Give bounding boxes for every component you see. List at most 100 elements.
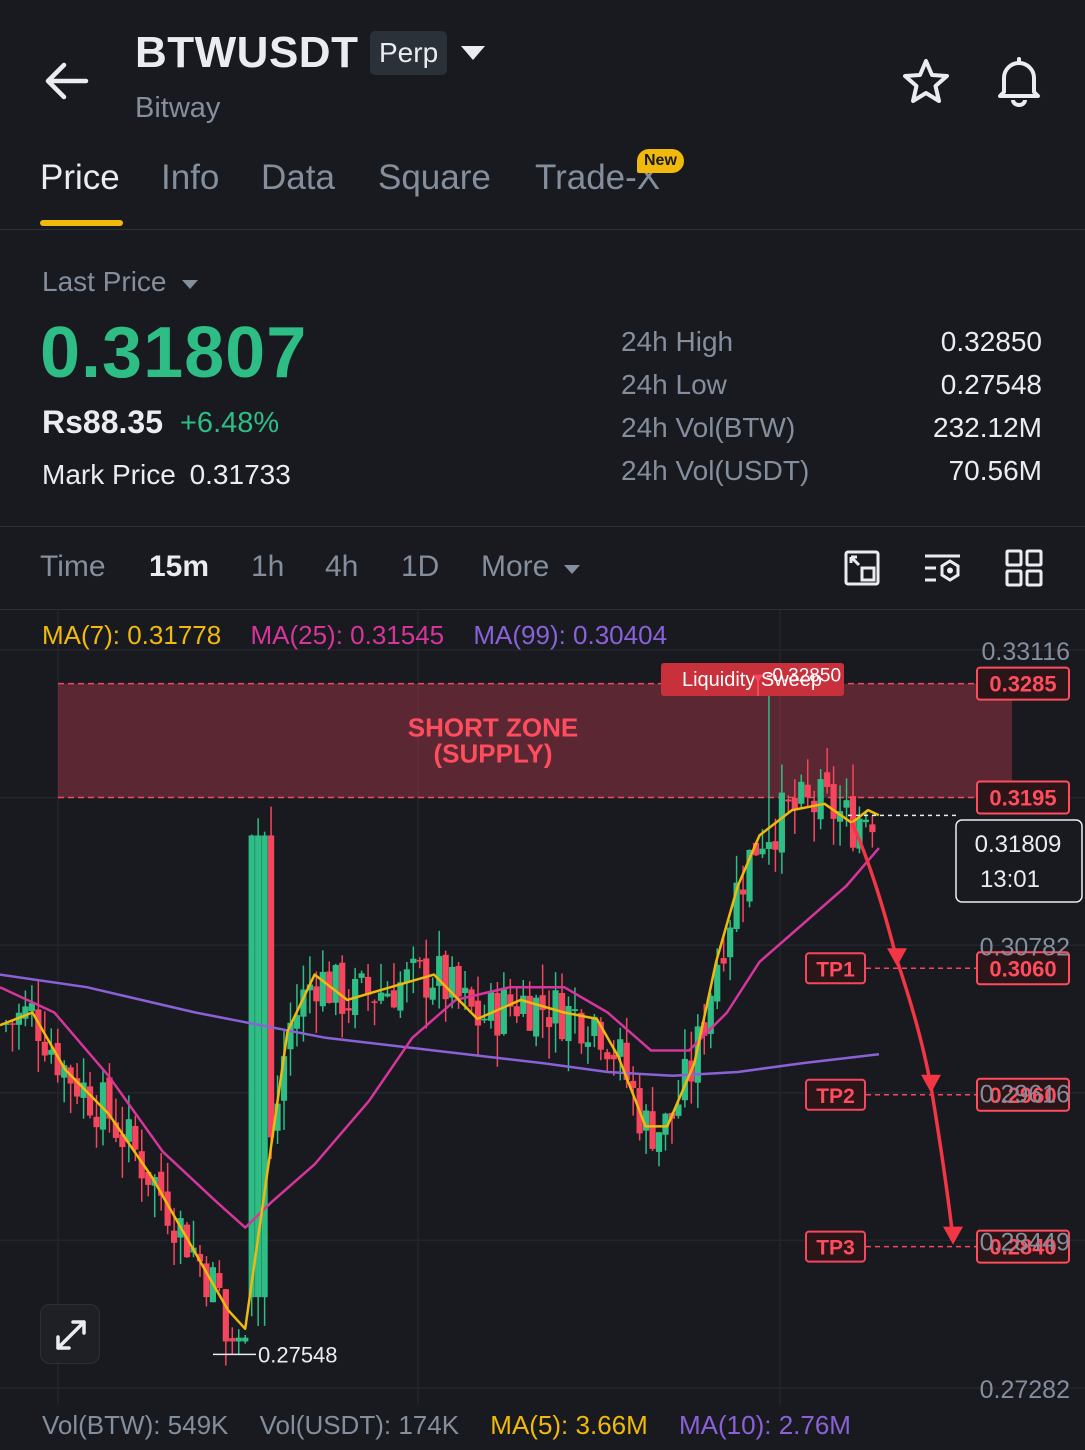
- candle-body: [513, 1006, 520, 1017]
- candlestick-chart[interactable]: SHORT ZONE(SUPPLY) 0.27548Liquidity Swee…: [0, 610, 1085, 1405]
- candle-body: [461, 987, 469, 994]
- candle-body: [571, 1009, 579, 1012]
- indicator-icon[interactable]: [922, 548, 962, 588]
- candle-body: [739, 889, 747, 895]
- stat-label-vol-btw: 24h Vol(BTW): [621, 412, 796, 443]
- stat-label-vol-usdt: 24h Vol(USDT): [621, 455, 810, 486]
- volume-legend: Vol(BTW): 549K Vol(USDT): 174K MA(5): 3.…: [42, 1410, 875, 1441]
- candle-body: [727, 927, 734, 958]
- candle-body: [397, 982, 404, 1011]
- stat-value-high: 0.32850: [940, 326, 1042, 357]
- candle-body: [824, 772, 831, 787]
- perp-badge: Perp: [370, 31, 448, 75]
- mark-price: Mark Price 0.31733: [42, 459, 291, 491]
- projection-arrowhead: [943, 1226, 963, 1245]
- candle-body: [785, 799, 792, 802]
- short-zone: SHORT ZONE(SUPPLY): [58, 682, 1012, 799]
- candle-body: [429, 987, 436, 1000]
- vol-ma10: MA(10): 2.76M: [679, 1410, 851, 1440]
- candle-body: [759, 848, 766, 855]
- last-price-selector[interactable]: Last Price: [42, 266, 200, 298]
- price-axis-label: 0.27282: [980, 1376, 1070, 1404]
- mark-price-value: 0.31733: [189, 459, 291, 490]
- target-name-label: TP2: [816, 1085, 855, 1108]
- exchange-subtitle: Bitway: [135, 92, 221, 124]
- candle-body: [843, 800, 850, 808]
- target-name-label: TP3: [816, 1237, 855, 1260]
- last-price-value: 0.31807: [40, 313, 308, 393]
- candle-body: [772, 841, 779, 850]
- candle-body: [171, 1230, 178, 1243]
- candle-body: [474, 1000, 482, 1026]
- price-axis-label: 0.33116: [981, 638, 1070, 666]
- timeframe-15m[interactable]: 15m: [149, 550, 209, 584]
- high-marker-label: -0.32850: [766, 666, 841, 687]
- candle-body: [494, 993, 501, 1036]
- vol-usdt: Vol(USDT): 174K: [259, 1410, 460, 1440]
- candle-body: [358, 973, 365, 978]
- candle-body: [242, 1337, 249, 1342]
- candle-body: [649, 1111, 656, 1149]
- tab-price[interactable]: Price: [40, 158, 120, 198]
- mark-price-label: Mark Price: [42, 459, 176, 490]
- pair-title[interactable]: BTWUSDT: [135, 28, 358, 78]
- tab-info[interactable]: Info: [161, 158, 219, 198]
- ticker-panel: Last Price 0.31807 Rs88.35 +6.48% Mark P…: [0, 232, 1085, 527]
- candle-body: [455, 965, 462, 997]
- active-tab-indicator: [40, 220, 123, 226]
- candle-body: [41, 1041, 48, 1056]
- ma25-label: MA(25): 0.31545: [250, 620, 445, 650]
- candle-body: [655, 1132, 663, 1152]
- chevron-down-icon[interactable]: [458, 38, 488, 68]
- candle-body: [416, 959, 423, 962]
- candle-body: [481, 1018, 488, 1021]
- timeframe-1d[interactable]: 1D: [401, 550, 439, 584]
- projection-arrow: [895, 959, 933, 1088]
- candle-body: [546, 1017, 553, 1028]
- timeframe-more[interactable]: More: [481, 550, 582, 584]
- expand-icon[interactable]: [40, 1304, 100, 1364]
- candle-body: [487, 990, 495, 1021]
- zone-bottom-tag-label: 0.3195: [989, 785, 1056, 810]
- ma-legend: MA(7): 0.31778 MA(25): 0.31545 MA(99): 0…: [42, 620, 689, 651]
- tab-data[interactable]: Data: [261, 158, 335, 198]
- back-arrow-icon[interactable]: [40, 56, 92, 106]
- candle-body: [132, 1125, 139, 1150]
- candle-body: [610, 1054, 617, 1060]
- candle-body: [222, 1289, 229, 1342]
- last-price-label: Last Price: [42, 266, 167, 297]
- tab-square[interactable]: Square: [378, 158, 491, 198]
- candle-body: [410, 958, 417, 963]
- price-axis-label: 0.29616: [980, 1081, 1070, 1109]
- candle-body: [584, 1042, 591, 1047]
- stat-value-vol-usdt: 70.56M: [948, 455, 1042, 486]
- grid-layout-icon[interactable]: [1004, 548, 1044, 588]
- zone-label-line2: (SUPPLY): [434, 739, 553, 769]
- candle-body: [403, 969, 410, 983]
- timeframe-4h[interactable]: 4h: [325, 550, 358, 584]
- timeframe-time[interactable]: Time: [40, 550, 106, 584]
- candle-body: [862, 819, 870, 823]
- candle-body: [558, 992, 566, 1040]
- low-marker-label: 0.27548: [258, 1342, 338, 1367]
- projection-arrow: [929, 1086, 955, 1239]
- star-icon[interactable]: [900, 56, 952, 108]
- new-badge: New: [637, 149, 684, 173]
- candle-body: [371, 1001, 378, 1003]
- candle-body: [468, 989, 475, 1007]
- candle-body: [86, 1086, 94, 1116]
- stat-label-high: 24h High: [621, 326, 734, 357]
- candle-body: [390, 990, 398, 1008]
- candle-body: [565, 1005, 572, 1041]
- candle-body: [229, 1338, 236, 1342]
- candle-body: [267, 835, 275, 1138]
- candle-body: [791, 797, 798, 810]
- chart-settings-icon[interactable]: [842, 548, 882, 588]
- ma25-line: [0, 847, 880, 1229]
- tab-bar: Price Info Data Square Trade-X: [0, 150, 1085, 230]
- fiat-price: Rs88.35: [42, 404, 163, 440]
- bell-icon[interactable]: [992, 54, 1046, 108]
- top-header: BTWUSDT Perp Bitway: [0, 0, 1085, 140]
- timeframe-1h[interactable]: 1h: [251, 550, 284, 584]
- price-change-percent: +6.48%: [180, 407, 280, 439]
